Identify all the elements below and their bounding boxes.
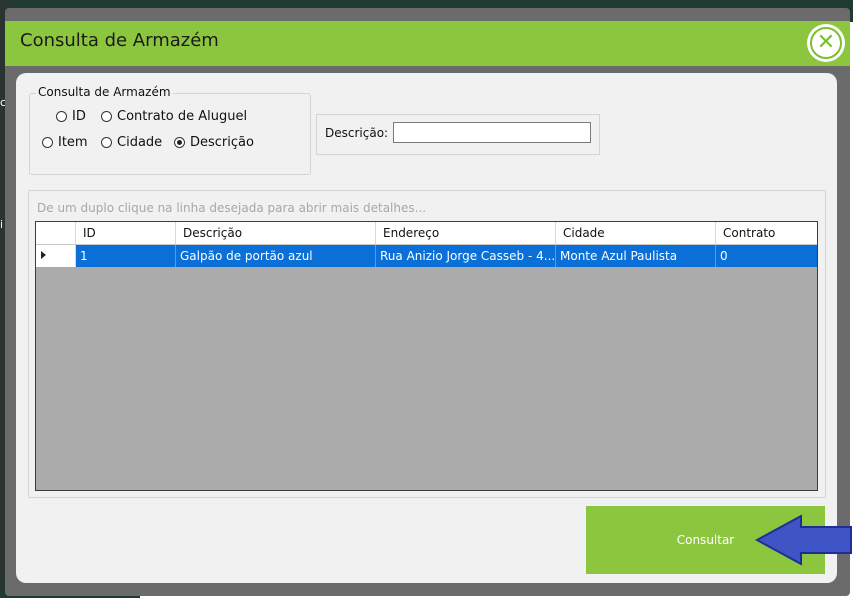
close-icon: ✕ [810,27,842,59]
radio-descricao[interactable]: Descrição [174,135,254,150]
radio-circle [101,137,112,148]
group-legend: Consulta de Armazém [36,85,173,99]
cell-descricao[interactable]: Galpão de portão azul [176,245,376,267]
column-header-contrato[interactable]: Contrato [716,222,817,244]
cell-contrato[interactable]: 0 [716,245,817,267]
column-header-id[interactable]: ID [76,222,176,244]
title-bar: Consulta de Armazém ✕ [5,21,850,66]
radio-cidade[interactable]: Cidade [101,135,162,150]
cell-cidade[interactable]: Monte Azul Paulista [556,245,716,267]
radio-circle [56,111,67,122]
cell-id[interactable]: 1 [76,245,176,267]
description-input[interactable] [393,122,591,143]
radio-selected-dot [177,140,182,145]
background-mark: i [0,218,4,231]
close-glyph: ✕ [816,30,836,55]
radio-label: Descrição [190,135,254,150]
radio-label: Cidade [117,135,163,150]
column-header-descricao[interactable]: Descrição [176,222,376,244]
radio-label: Contrato de Aluguel [117,109,248,124]
description-label: Descrição: [325,126,389,140]
results-panel: De um duplo clique na linha desejada par… [28,190,826,498]
table-row[interactable]: 1 Galpão de portão azul Rua Anizio Jorge… [36,245,817,267]
row-pointer-icon [41,251,46,259]
radio-circle [174,137,185,148]
radio-label: Item [58,135,88,150]
results-hint: De um duplo clique na linha desejada par… [37,201,427,215]
close-button[interactable]: ✕ [807,24,845,62]
radio-id[interactable]: ID [56,109,86,124]
radio-circle [101,111,112,122]
arrow-shape [755,514,852,566]
radio-contrato-de-aluguel[interactable]: Contrato de Aluguel [101,109,247,124]
results-grid[interactable]: ID Descrição Endereço Cidade Contrato 1 … [35,221,818,491]
column-header-cidade[interactable]: Cidade [556,222,716,244]
radio-item[interactable]: Item [42,135,88,150]
grid-header: ID Descrição Endereço Cidade Contrato [36,222,817,245]
search-type-group: Consulta de Armazém ID Contrato de Alugu… [29,85,311,175]
row-header-corner [36,222,76,244]
cell-endereco[interactable]: Rua Anizio Jorge Casseb - 4... [376,245,556,267]
window-title: Consulta de Armazém [20,30,219,51]
description-filter: Descrição: [316,114,600,155]
radio-label: ID [72,109,86,124]
radio-circle [42,137,53,148]
column-header-endereco[interactable]: Endereço [376,222,556,244]
dialog-window: Consulta de Armazém ✕ Consulta de Armazé… [5,8,850,596]
row-header[interactable] [36,245,76,267]
blue-arrow-icon [755,514,852,566]
dialog-content: Consulta de Armazém ID Contrato de Alugu… [16,73,837,583]
